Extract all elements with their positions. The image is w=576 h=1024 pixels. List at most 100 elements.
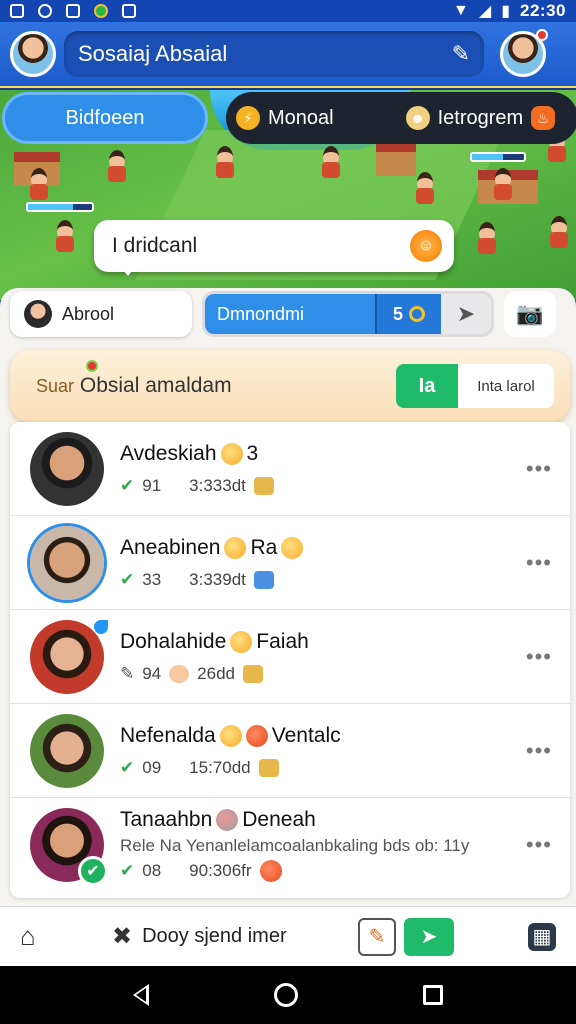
more-options-icon[interactable]: •••: [526, 738, 552, 764]
game-notification-icon: [94, 4, 108, 18]
scene-toolbar: ⚡ Monoal ☻ Ietrogrem ♨: [226, 92, 576, 144]
search-count-value: 5: [392, 303, 403, 324]
tab-ietrogrem[interactable]: Ietrogrem: [438, 107, 524, 130]
grid-menu-icon: ▦: [532, 926, 552, 948]
sticker-icon: [253, 570, 274, 589]
app-title: Sosaiaj Absaial: [78, 41, 228, 66]
contact-name: Avdeskiah: [120, 441, 217, 465]
check-icon: ✔: [120, 757, 135, 777]
message-preview: Rele Na Yenanlelamcoalanbkaling bds ob: …: [120, 836, 470, 855]
meta-time: 26dd: [197, 663, 235, 683]
search-box[interactable]: Dmnondmi 5 ➤: [202, 291, 494, 337]
contact-photo: ✔: [30, 808, 108, 886]
menu-button[interactable]: ▦: [528, 922, 556, 951]
check-icon: ✔: [120, 861, 135, 880]
camera-icon: 📷: [516, 301, 544, 326]
clock: 22:30: [520, 1, 566, 20]
contact-name-suffix: Ventalc: [271, 723, 341, 747]
meta-time: 3:339dt: [189, 569, 246, 589]
character-sprite: [214, 146, 236, 180]
fire-icon[interactable]: ♨: [531, 106, 556, 130]
character-sprite: [492, 168, 514, 202]
contact-photo: [30, 431, 104, 506]
check-icon: ✔: [120, 569, 135, 589]
emoji-icon: [259, 860, 282, 882]
recent-apps-icon[interactable]: [423, 985, 444, 1005]
banner-text: Obsial amaldam: [79, 374, 232, 397]
home-circle-icon[interactable]: [273, 983, 298, 1007]
emoji-icon: [224, 536, 247, 559]
meta-count: 33: [142, 569, 162, 589]
conversation-list: Avdeskiah 3 ✔ 91 3:333dt ••• Aneabinen R…: [10, 422, 570, 898]
contact-photo: [30, 525, 104, 600]
tab-bidfoeen[interactable]: Bidfoeen: [2, 92, 208, 144]
coin-icon: [409, 306, 425, 322]
battery-icon: ▮: [501, 3, 511, 20]
character-sprite: [320, 146, 342, 180]
character-sprite: [106, 150, 128, 184]
home-icon[interactable]: ⌂: [20, 921, 60, 952]
contact-name-suffix: Deneah: [242, 808, 316, 831]
banner-secondary-button[interactable]: Inta larol: [458, 364, 554, 408]
tab-label: Bidfoeen: [65, 106, 145, 129]
contact-name-suffix: Faiah: [256, 629, 309, 653]
sticker-icon: [253, 476, 274, 495]
send-button[interactable]: ➤: [404, 917, 454, 956]
chip-label: Abrool: [62, 303, 115, 324]
conversation-row[interactable]: Dohalahide Faiah ✎ 94 26dd •••: [10, 610, 570, 704]
sync-notification-icon: [38, 4, 52, 18]
emoji-icon: [219, 724, 242, 747]
camera-button[interactable]: 📷: [504, 291, 556, 337]
app-header: Sosaiaj Absaial ✎: [0, 22, 576, 88]
friend-avatar-button[interactable]: [500, 29, 548, 77]
emoji-icon: [245, 724, 268, 747]
emoji-icon: [230, 630, 253, 653]
screenshot-notification-icon: [10, 4, 24, 18]
lightning-icon: ⚡: [236, 106, 260, 130]
meta-count: 08: [142, 861, 162, 880]
contact-name: Dohalahide: [120, 629, 227, 653]
tab-monoal[interactable]: Monoal: [268, 107, 334, 130]
pin-icon: ✖: [112, 923, 133, 950]
wifi-icon: ▼: [453, 2, 469, 19]
user-filter-chip[interactable]: Abrool: [10, 291, 192, 337]
meta-time: 15:70dd: [189, 757, 251, 777]
edit-icon[interactable]: ✎: [452, 41, 470, 67]
bottom-nav: ⌂ ✖ Dooy sjend imer ✎ ➤ ▦: [0, 906, 576, 966]
back-icon[interactable]: [132, 984, 149, 1006]
meta-time: 3:333dt: [189, 475, 246, 495]
banner-primary-button[interactable]: Ia: [396, 364, 458, 408]
conversation-row[interactable]: Aneabinen Ra ✔ 33 3:339dt •••: [10, 516, 570, 610]
conversation-row[interactable]: Avdeskiah 3 ✔ 91 3:333dt •••: [10, 422, 570, 516]
meta-count: 94: [142, 663, 162, 683]
more-options-icon[interactable]: •••: [526, 456, 552, 482]
pen-icon: ✎: [368, 926, 386, 948]
pencil-icon: ✎: [120, 663, 135, 683]
pen-button[interactable]: ✎: [358, 917, 396, 956]
emoji-icon: [281, 536, 304, 559]
contact-photo: [30, 713, 104, 788]
meta-count: 91: [142, 475, 162, 495]
conversation-row[interactable]: ✔ Tanaahbn Deneah Rele Na Yenanlelamcoal…: [10, 798, 570, 892]
more-options-icon[interactable]: •••: [526, 832, 552, 858]
profile-avatar[interactable]: [10, 31, 56, 77]
contact-name-suffix: 3: [246, 441, 259, 465]
compose-field[interactable]: ✖ Dooy sjend imer: [112, 922, 332, 951]
speech-bubble[interactable]: I dridcanl ☺: [94, 220, 454, 276]
chat-panel: Abrool Dmnondmi 5 ➤ 📷 Suar Obsial amalda…: [0, 288, 576, 906]
more-options-icon[interactable]: •••: [526, 550, 552, 576]
search-input[interactable]: Dmnondmi: [205, 294, 375, 334]
verified-badge-icon: ✔: [78, 856, 108, 886]
contact-name: Tanaahbn: [120, 808, 213, 831]
chip-avatar: [24, 300, 52, 328]
title-field[interactable]: Sosaiaj Absaial ✎: [64, 31, 484, 77]
conversation-row[interactable]: Nefenalda Ventalc ✔ 09 15:70dd •••: [10, 704, 570, 798]
search-count: 5: [375, 294, 441, 334]
scene-house: [376, 142, 416, 176]
system-navigation-bar: [0, 966, 576, 1024]
emoji-face-icon[interactable]: ☺: [410, 230, 442, 262]
sticker-icon: [243, 664, 263, 683]
tag-icon: [94, 619, 108, 634]
more-options-icon[interactable]: •••: [526, 644, 552, 670]
send-arrow-icon[interactable]: ➤: [441, 294, 491, 334]
